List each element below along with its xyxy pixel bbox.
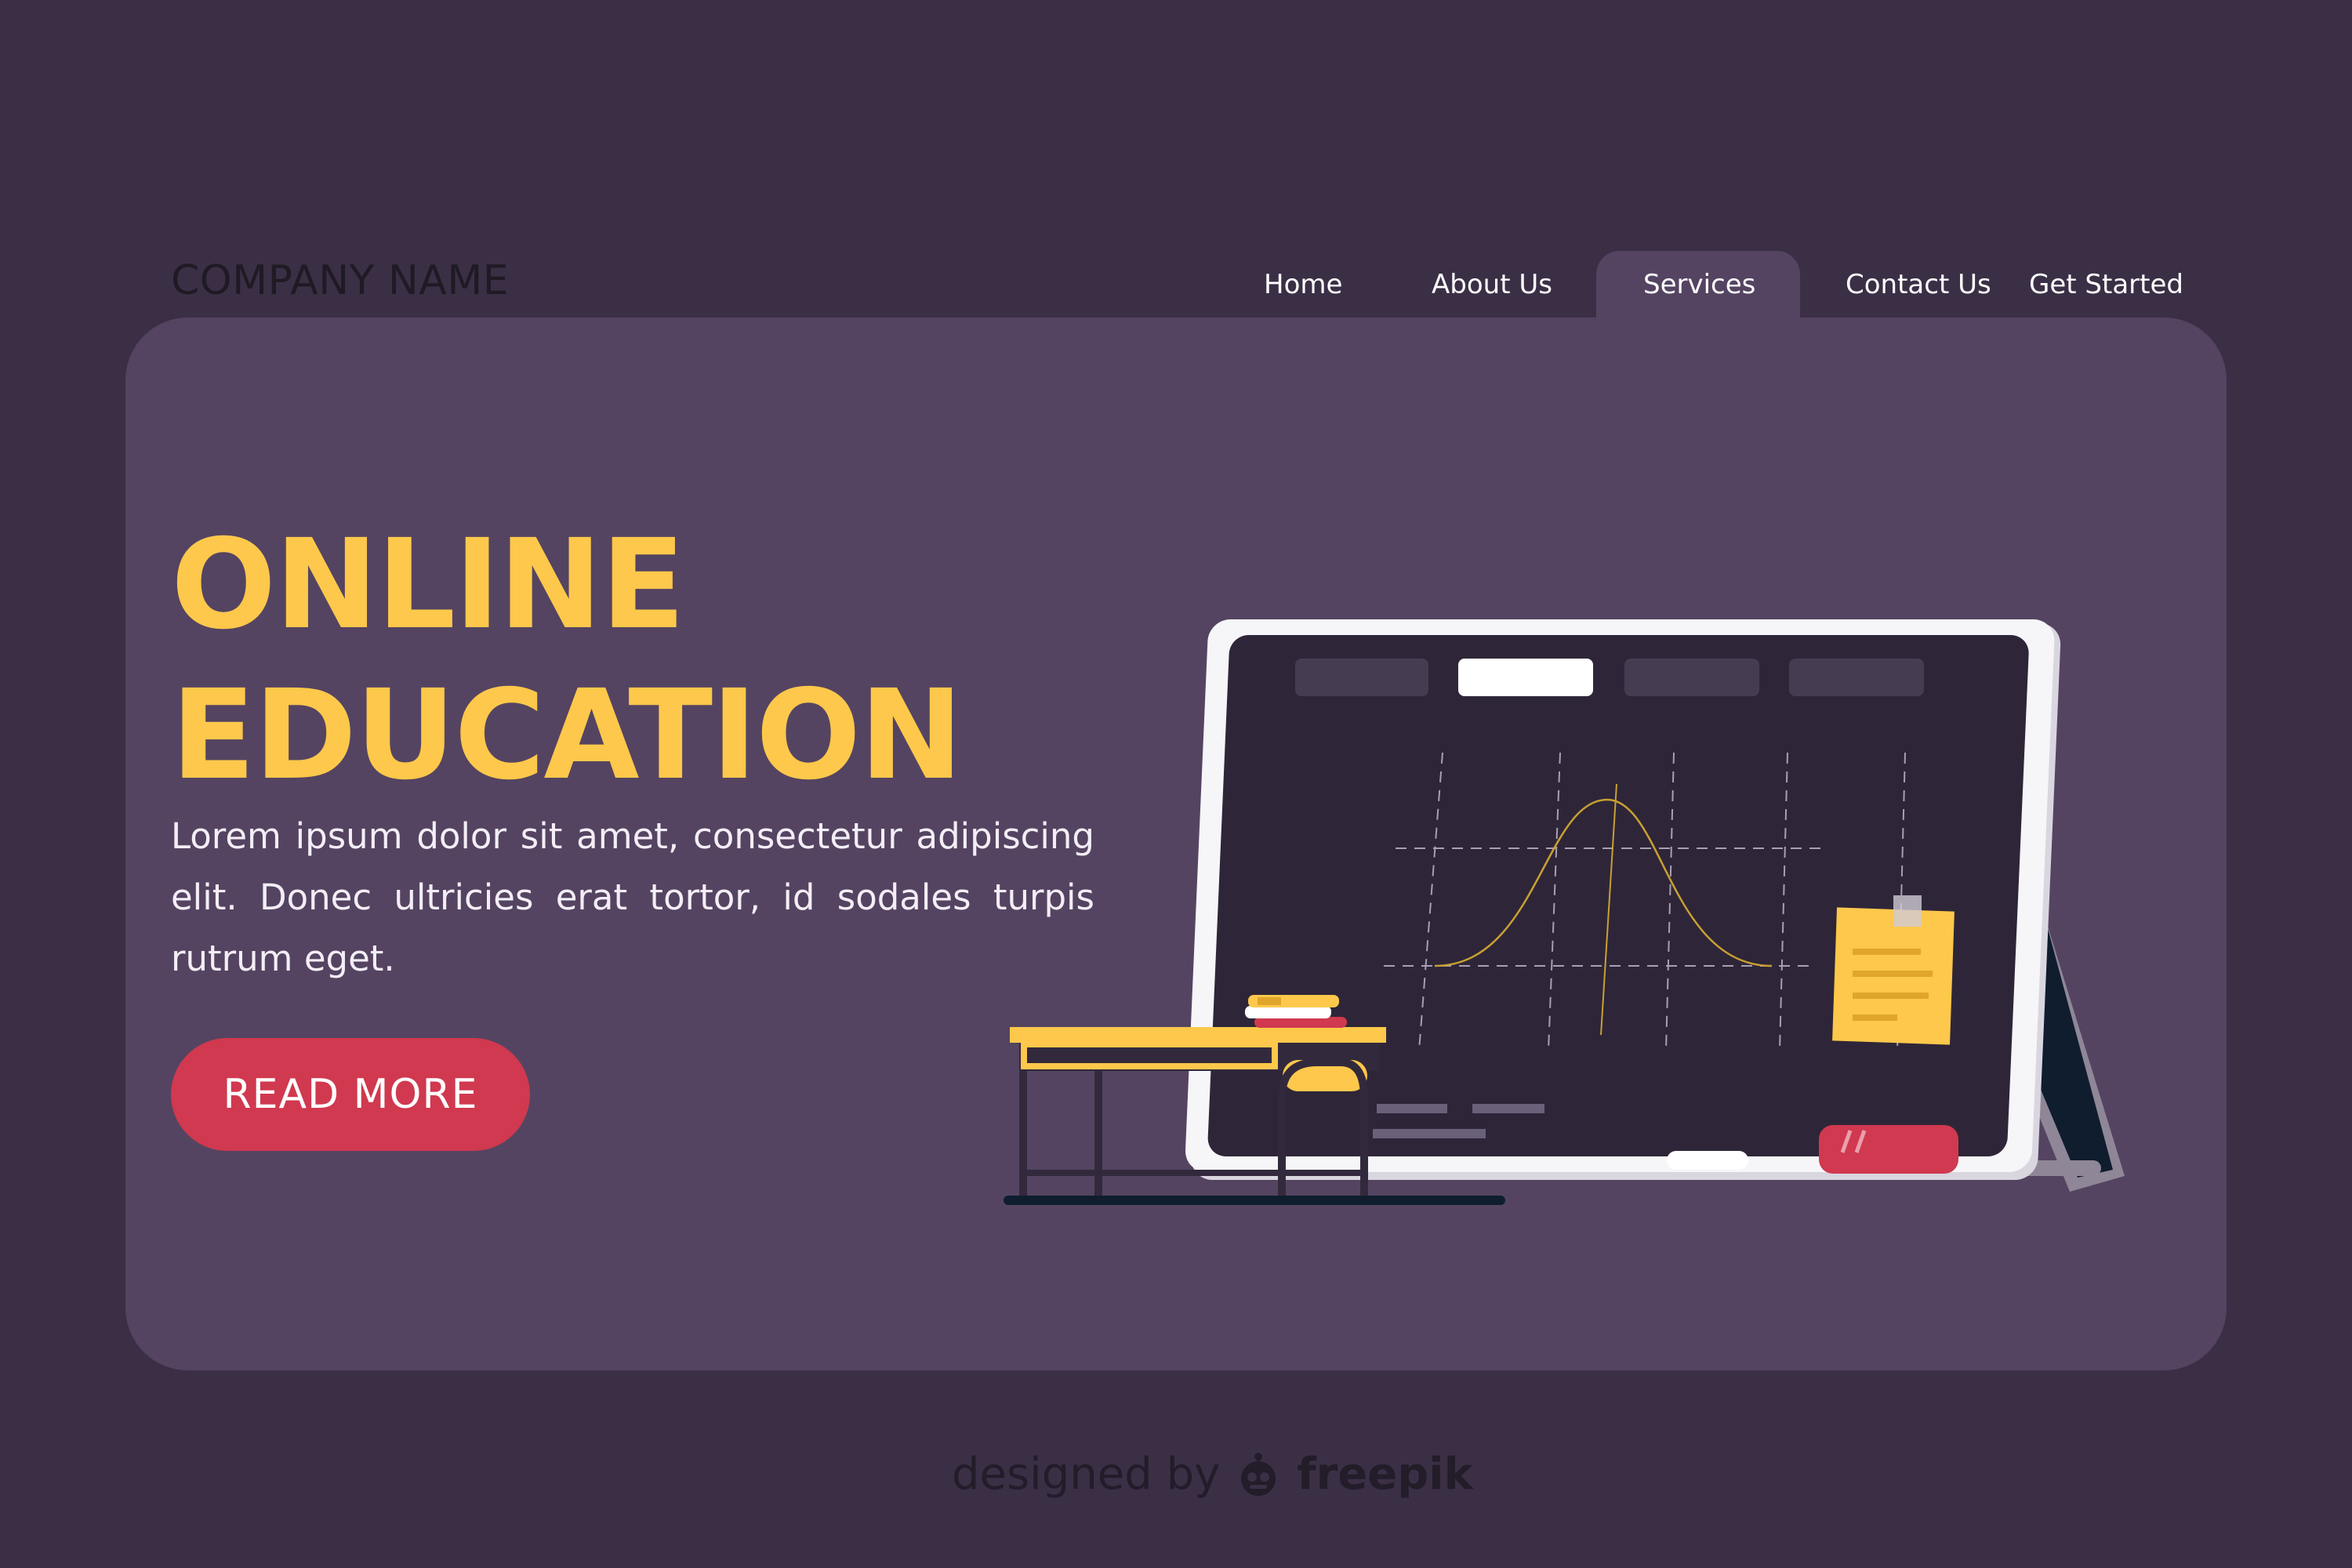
- credit-brand: freepik: [1297, 1449, 1473, 1500]
- hero-title: ONLINE EDUCATION: [171, 510, 963, 811]
- nav-services[interactable]: Services: [1643, 267, 1755, 303]
- eraser: [1819, 1125, 1958, 1174]
- nav-home[interactable]: Home: [1264, 267, 1342, 303]
- hero-title-line-2: EDUCATION: [171, 663, 963, 808]
- screen-tab: [1789, 659, 1924, 696]
- nav-about-us[interactable]: About Us: [1432, 267, 1552, 303]
- online-education-illustration: [1004, 619, 2125, 1205]
- hero-title-line-1: ONLINE: [171, 513, 685, 657]
- freepik-logo-icon: [1241, 1452, 1276, 1496]
- screen-tab: [1624, 659, 1759, 696]
- screen-tab-active: [1458, 659, 1593, 696]
- chalk: [1667, 1151, 1748, 1170]
- nav-contact-us[interactable]: Contact Us: [1846, 267, 1991, 303]
- designer-credit[interactable]: designed by freepik: [952, 1449, 1473, 1500]
- hero-description: Lorem ipsum dolor sit amet, consectetur …: [171, 815, 1094, 979]
- nav-get-started[interactable]: Get Started: [2029, 267, 2183, 303]
- screen-tab: [1295, 659, 1428, 696]
- company-name[interactable]: COMPANY NAME: [171, 257, 509, 304]
- credit-prefix: designed by: [952, 1449, 1221, 1500]
- read-more-button[interactable]: READ MORE: [171, 1038, 530, 1151]
